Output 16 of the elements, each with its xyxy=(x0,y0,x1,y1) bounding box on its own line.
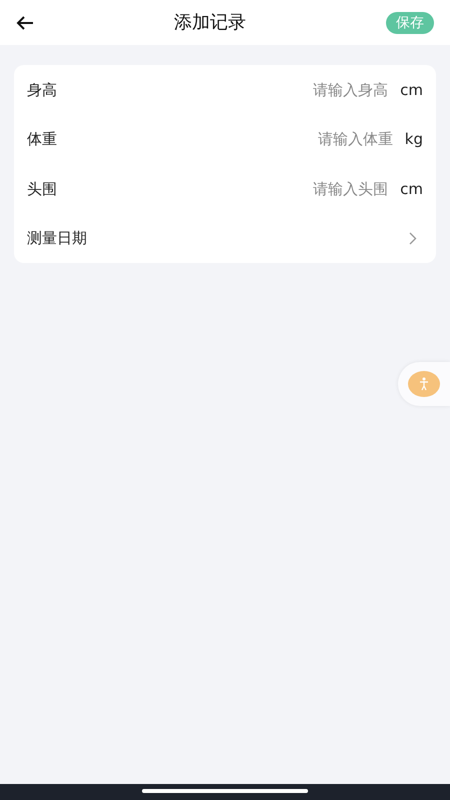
back-icon[interactable] xyxy=(16,14,34,30)
input-field[interactable]: 请输入身高 xyxy=(268,78,388,101)
floating-button[interactable] xyxy=(398,362,450,406)
unit-label: kg xyxy=(404,129,423,150)
field-label: 身高 xyxy=(27,80,57,100)
unit-label: cm xyxy=(400,80,423,100)
input-field[interactable]: 请输入头围 xyxy=(268,178,388,200)
field-label: 头围 xyxy=(27,178,57,200)
accessibility-icon xyxy=(408,371,440,397)
save-button[interactable]: 保存 xyxy=(386,12,434,34)
page-title: 添加记录 xyxy=(174,11,246,35)
field-label: 体重 xyxy=(27,129,57,150)
input-field[interactable]: 请输入体重 xyxy=(272,128,393,150)
field-label: 测量日期 xyxy=(27,228,87,249)
unit-label: cm xyxy=(400,178,423,200)
chevron-right-icon[interactable] xyxy=(409,232,417,245)
